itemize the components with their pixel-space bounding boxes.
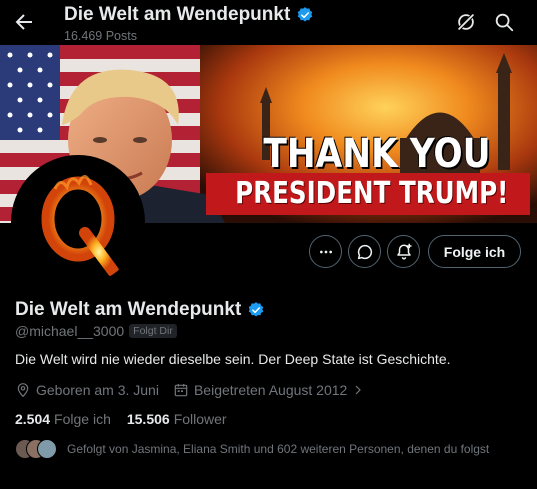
location-icon [17, 383, 29, 398]
notify-plus-icon [396, 243, 411, 259]
followers-label: Follower [173, 411, 227, 427]
follower-avatar [37, 439, 57, 459]
handle-row: @michael__3000 Folgt Dir [15, 323, 177, 339]
banner-headline-1: THANK YOU [263, 131, 491, 177]
header-title-text: Die Welt am Wendepunkt [64, 4, 291, 25]
followers-stat[interactable]: 15.506 Follower [127, 411, 227, 427]
message-button[interactable] [348, 235, 381, 268]
birthday-text: Geboren am 3. Juni [36, 382, 159, 398]
joined-text: Beigetreten August 2012 [193, 382, 348, 398]
followed-by-row[interactable]: Gefolgt von Jasmina, Eliana Smith und 60… [15, 439, 489, 459]
birthday-item: Geboren am 3. Juni [15, 382, 159, 398]
search-icon[interactable] [493, 11, 515, 33]
avatar[interactable] [11, 155, 145, 289]
profile-name: Die Welt am Wendepunkt [15, 299, 265, 321]
profile-name-text: Die Welt am Wendepunkt [15, 299, 242, 320]
q-avatar-image [15, 159, 141, 285]
verified-icon [298, 7, 313, 22]
post-count: 16.469 Posts [64, 29, 137, 43]
profile-header: Die Welt am Wendepunkt 16.469 Posts [0, 0, 537, 45]
notify-button[interactable] [387, 235, 420, 268]
following-label: Folge ich [54, 411, 111, 427]
follower-avatars [15, 439, 57, 459]
header-title: Die Welt am Wendepunkt [64, 3, 314, 27]
more-icon [319, 250, 332, 253]
banner-headline-2: PRESIDENT TRUMP! [235, 176, 509, 211]
following-button[interactable]: Folge ich [428, 235, 521, 268]
arrow-left-icon[interactable] [12, 10, 36, 34]
chevron-right-icon [355, 385, 362, 395]
more-button[interactable] [309, 235, 342, 268]
profile-stats: 2.504 Folge ich 15.506 Follower [15, 411, 227, 427]
profile-bio: Die Welt wird nie wieder dieselbe sein. … [15, 351, 451, 367]
follows-you-badge: Folgt Dir [129, 324, 177, 338]
banner-headline-2-box: PRESIDENT TRUMP! [206, 173, 530, 215]
profile-meta: Geboren am 3. Juni Beigetreten August 20… [15, 382, 364, 398]
profile-handle: @michael__3000 [15, 323, 125, 339]
joined-item[interactable]: Beigetreten August 2012 [173, 382, 364, 398]
verified-icon [249, 302, 264, 317]
header-title-block: Die Welt am Wendepunkt 16.469 Posts [64, 3, 314, 43]
followed-by-text: Gefolgt von Jasmina, Eliana Smith und 60… [67, 442, 490, 456]
following-stat[interactable]: 2.504 Folge ich [15, 411, 111, 427]
calendar-icon [174, 384, 188, 397]
following-count: 2.504 [15, 411, 51, 427]
message-icon [357, 244, 372, 259]
grok-icon[interactable] [455, 11, 477, 33]
followers-count: 15.506 [126, 411, 170, 427]
